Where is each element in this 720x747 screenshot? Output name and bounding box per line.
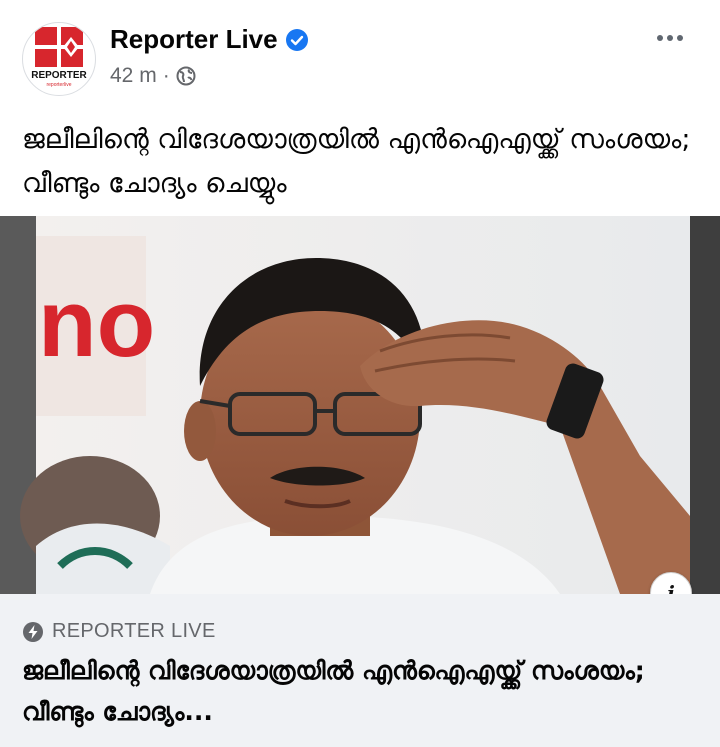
link-source-row: REPORTER LIVE	[22, 620, 216, 643]
news-photo: no	[0, 216, 720, 594]
verified-badge-icon	[285, 28, 308, 51]
post-meta: 42 m ·	[110, 64, 196, 88]
link-source: REPORTER LIVE	[52, 620, 216, 642]
page-name-link[interactable]: Reporter Live	[110, 24, 278, 55]
post-timestamp[interactable]: 42 m	[110, 64, 157, 88]
page-name-row: Reporter Live	[110, 24, 308, 55]
logo-subtext: reporterlive	[46, 82, 72, 88]
post-image[interactable]: no	[0, 216, 720, 594]
meta-separator: ·	[162, 64, 170, 87]
page-avatar[interactable]: REPORTER reporterlive	[22, 22, 96, 96]
post-header: REPORTER reporterlive Reporter Live 42 m…	[0, 0, 720, 110]
logo-text: REPORTER	[31, 70, 87, 81]
post-caption: ജലീലിന്റെ വിദേശയാത്രയിൽ എൻഐഎയ്ക്ക് സംശയം…	[22, 124, 691, 199]
reporter-logo-icon	[35, 27, 83, 67]
globe-icon	[176, 66, 196, 86]
more-options-icon[interactable]	[650, 26, 690, 50]
link-title[interactable]: ജലീലിന്റെ വിദേശയാത്രയിൽ എൻഐഎയ്ക്ക് സംശയം…	[22, 650, 702, 732]
lightning-icon	[23, 621, 43, 642]
svg-text:no: no	[38, 270, 155, 377]
